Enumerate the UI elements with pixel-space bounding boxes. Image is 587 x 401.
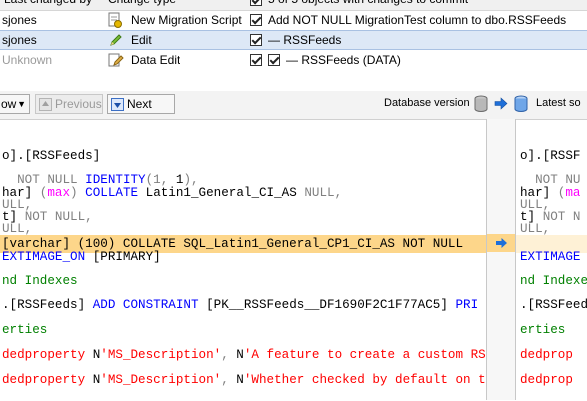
code-line: nd Indexe	[520, 274, 587, 288]
code-line: erties	[520, 323, 566, 337]
row-user: Unknown	[2, 53, 53, 67]
code-line: nd Indexes	[2, 274, 78, 288]
row-checkbox[interactable]	[250, 34, 262, 46]
header-change-type[interactable]: Change type	[108, 0, 176, 9]
row-change-type: Data Edit	[131, 53, 181, 67]
row-checkbox[interactable]	[250, 54, 262, 66]
view-dropdown-button[interactable]: ow ▼	[0, 94, 30, 114]
row-checkbox[interactable]	[250, 14, 262, 26]
diff-toolbar: ow ▼ Previous Next Database version Late…	[0, 91, 587, 119]
header-objects-count: 5 of 5 objects with changes to commit	[268, 0, 468, 9]
chevron-down-icon: ▼	[17, 99, 26, 109]
row-change-type: Edit	[131, 33, 152, 47]
source-control-code-pane[interactable]: o].[RSSF NOT NU har] (ma ULL, t] NOT N U…	[516, 119, 587, 401]
change-row[interactable]: sjones New Migration Script Add NOT NULL…	[0, 10, 587, 30]
change-row-selected[interactable]: sjones Edit — RSSFeeds	[0, 30, 587, 50]
select-all-checkbox[interactable]	[250, 0, 262, 6]
code-line: dedprop	[520, 348, 573, 362]
right-arrow-icon[interactable]	[495, 237, 508, 249]
migration-script-icon	[108, 12, 122, 28]
code-line: dedprop	[520, 373, 573, 387]
row-change-type: New Migration Script	[131, 13, 242, 27]
row-user: sjones	[2, 33, 37, 47]
next-button[interactable]: Next	[107, 94, 175, 114]
view-dropdown-label: ow	[1, 97, 17, 111]
database-icon	[474, 95, 488, 113]
header-last-changed-by[interactable]: Last changed by	[4, 0, 92, 9]
code-line: dedproperty N'MS_Description', N'A featu…	[2, 348, 486, 362]
code-line: EXTIMAGE_ON [PRIMARY]	[2, 250, 161, 264]
code-line: o].[RSSF	[520, 149, 581, 163]
grid-empty-space	[0, 72, 587, 91]
code-line: o].[RSSFeeds]	[2, 149, 101, 163]
row-checkbox-nested[interactable]	[268, 54, 280, 66]
previous-label: Previous	[55, 97, 102, 111]
code-line: dedproperty N'MS_Description', N'Whether…	[2, 373, 486, 387]
down-arrow-icon	[111, 98, 124, 111]
row-summary: — RSSFeeds (DATA)	[286, 53, 401, 67]
change-row[interactable]: Unknown Data Edit — RSSFeeds (DATA)	[0, 50, 587, 70]
latest-source-label: Latest so	[536, 97, 581, 109]
changes-grid: Last changed by Change type 5 of 5 objec…	[0, 0, 587, 72]
up-arrow-icon	[39, 98, 52, 111]
code-line: EXTIMAGE	[520, 250, 581, 264]
right-arrow-icon	[494, 97, 508, 110]
previous-button[interactable]: Previous	[35, 94, 103, 114]
row-user: sjones	[2, 13, 37, 27]
source-control-icon	[514, 95, 528, 113]
next-label: Next	[127, 97, 152, 111]
diff-gutter	[486, 119, 516, 400]
row-summary: — RSSFeeds	[268, 33, 342, 47]
code-line: .[RSSFeed	[520, 298, 587, 312]
code-line: .[RSSFeeds] ADD CONSTRAINT [PK__RSSFeeds…	[2, 298, 479, 312]
database-version-label: Database version	[384, 97, 470, 109]
database-version-code-pane[interactable]: o].[RSSFeeds] NOT NULL IDENTITY(1, 1), h…	[0, 119, 488, 401]
pencil-icon	[108, 32, 124, 48]
row-summary: Add NOT NULL MigrationTest column to dbo…	[268, 13, 567, 27]
code-line: erties	[2, 323, 48, 337]
code-line: har] (max) COLLATE Latin1_General_CI_AS …	[2, 186, 343, 200]
data-edit-icon	[108, 52, 124, 68]
